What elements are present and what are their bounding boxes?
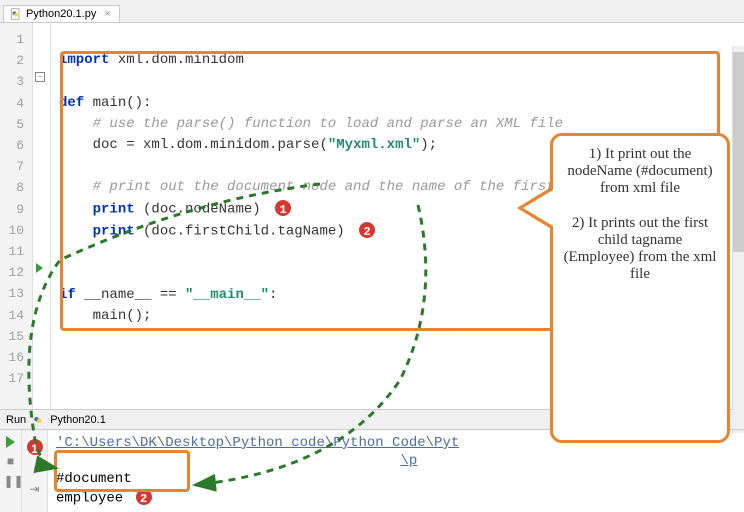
python-file-icon: [10, 8, 22, 20]
console-path: 'C:\Users\DK\Desktop\Python code\Python …: [56, 435, 459, 451]
callout-text-1: 1) It print out the nodeName (#document)…: [561, 146, 719, 197]
line-gutter: 1234567891011121314151617: [0, 23, 33, 409]
fold-gutter: −: [33, 23, 51, 409]
python-icon: [32, 414, 44, 426]
tab-close-icon[interactable]: ×: [104, 8, 110, 20]
run-line-icon[interactable]: [36, 263, 43, 273]
run-button-icon[interactable]: [6, 436, 15, 448]
run-label: Run: [6, 414, 26, 426]
editor-scrollbar[interactable]: [732, 46, 744, 433]
highlight-box-output: [54, 450, 190, 492]
run-config-name: Python20.1: [50, 414, 106, 426]
run-toolbar-2: 1 ↓ ⇥: [22, 430, 48, 512]
console-line-2: employee: [56, 491, 123, 507]
file-tab[interactable]: Python20.1.py ×: [3, 5, 120, 22]
pause-icon[interactable]: ❚❚: [4, 474, 18, 488]
fold-toggle[interactable]: −: [35, 72, 45, 82]
explanation-callout: 1) It print out the nodeName (#document)…: [550, 133, 730, 443]
stop-icon[interactable]: ■: [4, 454, 18, 468]
run-toolbar-left: ■ ❚❚: [0, 430, 22, 512]
tab-filename: Python20.1.py: [26, 8, 96, 20]
output-badge-1: 1: [25, 437, 45, 457]
wrap-icon[interactable]: ⇥: [28, 482, 42, 496]
tab-bar: Python20.1.py ×: [0, 0, 744, 23]
down-arrow-icon[interactable]: ↓: [28, 462, 42, 476]
callout-text-2: 2) It prints out the first child tagname…: [561, 215, 719, 283]
